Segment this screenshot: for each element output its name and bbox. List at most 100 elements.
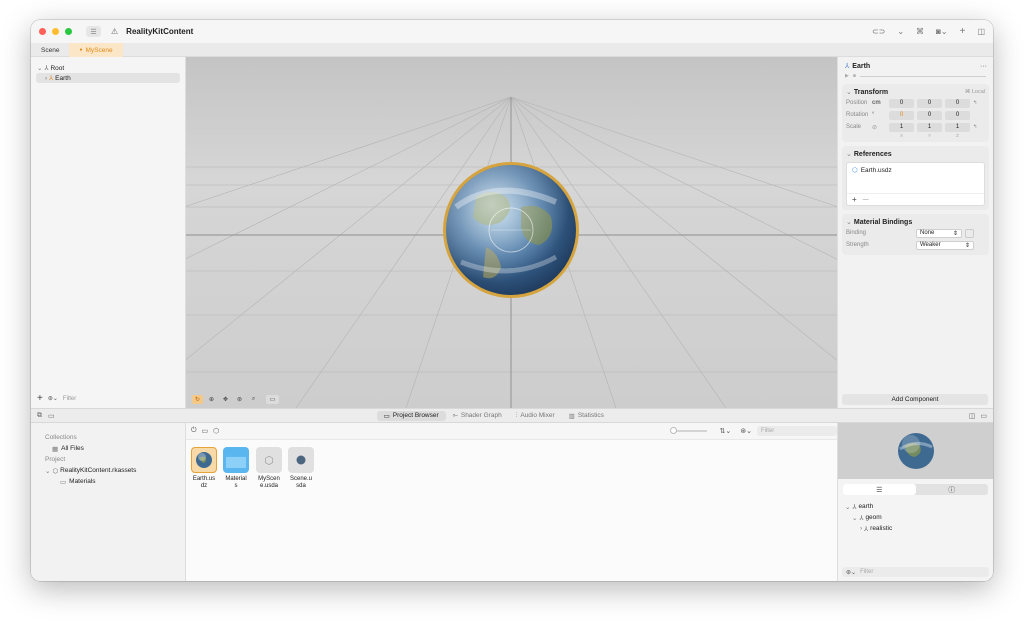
camera-icon[interactable]: ◙⌄ [936,27,948,36]
inspector-toggle-icon[interactable]: ◫ [977,27,985,36]
scene-hierarchy-panel: ⌄ ⅄ Root › ⅄ Earth + ⊛⌄ Filter [31,57,186,408]
filter-options-icon[interactable]: ⊛⌄ [48,395,58,402]
tab-scene-label: Scene [41,46,60,54]
rotation-x-field[interactable]: 0 [889,110,914,120]
scale-z-field[interactable]: 1 [945,122,970,132]
split-view-icon[interactable]: ◫ [969,412,976,420]
zoom-window-button[interactable] [65,28,72,35]
scale-y-field[interactable]: 1 [917,122,942,132]
new-folder-icon[interactable]: ▭ [202,427,209,435]
hierarchy-filter-input[interactable]: Filter [63,396,76,402]
preview-filter-input[interactable]: Filter [860,569,873,575]
coordinate-space-toggle[interactable]: ⌘ Local [965,89,985,95]
strength-row: Strength Weaker ⇕ [846,239,985,251]
panel-toggle-icon[interactable]: ▭ [48,412,55,420]
collections-sidebar: Collections ▦ All Files Project ⌄ ⬡ Real… [31,423,186,581]
minimize-window-button[interactable] [52,28,59,35]
folder-icon: ▭ [60,478,67,486]
stop-icon[interactable]: ■ [853,73,856,79]
add-entity-button[interactable]: + [37,393,43,404]
asset-name-line-2: dz [200,483,208,489]
plus-icon[interactable]: + [960,26,966,37]
binding-info-icon[interactable] [965,228,974,238]
materials-folder-item[interactable]: ▭ Materials [31,476,185,487]
asset-myscene-usda[interactable]: ⬡ MyScen e.usda [254,447,284,490]
tab-statistics[interactable]: ▥ Statistics [562,411,611,421]
orbit-tool-button[interactable]: ↻ [192,395,203,404]
zoom-tool-button[interactable]: ⌕ [248,395,259,404]
tree-item-root[interactable]: ⌄ ⅄ Root [31,63,185,73]
close-window-button[interactable] [39,28,46,35]
position-x-field[interactable]: 0 [889,98,914,108]
position-z-field[interactable]: 0 [945,98,970,108]
tab-shader-graph[interactable]: ⟜ Shader Graph [446,411,509,421]
position-y-field[interactable]: 0 [917,98,942,108]
asset-name: MyScen e.usda [254,476,284,490]
tab-project-browser[interactable]: ▭ Project Browser [376,410,446,421]
thumbnail-size-slider[interactable] [670,427,707,434]
scale-x-field[interactable]: 1 [889,122,914,132]
add-asset-icon[interactable]: ⬡ [213,427,219,435]
position-unit[interactable]: cm [872,100,886,106]
warning-icon[interactable]: ⚠ [111,27,118,36]
rotation-z-field[interactable]: 0 [945,110,970,120]
viewport-3d[interactable]: ↻ ⊕ ✥ ⊛ ⌕ ▭ [186,57,837,408]
select-tool-button[interactable]: ⊕ [206,395,217,404]
reference-item[interactable]: ⬡ Earth.usdz [847,163,984,177]
rotation-y-field[interactable]: 0 [917,110,942,120]
tree-item-earth[interactable]: › ⅄ Earth [36,73,180,83]
reset-position-icon[interactable]: ↰ [973,100,977,106]
collections-toggle-icon[interactable]: ⧉ [37,412,42,420]
play-icon[interactable]: ▶ [845,73,849,79]
asset-scene-usda[interactable]: Scene.u sda [286,447,316,490]
folder-icon [226,454,246,468]
add-component-button[interactable]: Add Component [842,394,988,405]
preview-tree-realistic[interactable]: › ⅄ realistic [838,523,993,534]
reset-scale-icon[interactable]: ↰ [973,124,977,130]
tab-scene[interactable]: Scene [31,43,69,57]
more-options-button[interactable]: ··· [980,63,987,70]
network-icon[interactable]: ⌘ [916,27,924,36]
binding-select[interactable]: None ⇕ [916,228,962,238]
browser-filter-input[interactable]: Filter [756,426,837,436]
bottom-panel-icon[interactable]: ▭ [980,412,987,420]
earth-model[interactable] [443,162,579,298]
remove-reference-button[interactable]: — [863,197,869,203]
add-reference-button[interactable]: + [852,195,857,204]
material-bindings-header[interactable]: ⌄ Material Bindings [846,217,985,227]
asset-earth-usdz[interactable]: Earth.us dz [189,447,219,490]
preview-tree-earth[interactable]: ⌄ ⅄ earth [838,501,993,512]
transform-header[interactable]: ⌄ Transform ⌘ Local [846,87,985,97]
animation-timeline[interactable] [859,75,986,77]
all-files-item[interactable]: ▦ All Files [31,443,185,454]
strength-select[interactable]: Weaker ⇕ [916,240,974,250]
tab-audio-mixer[interactable]: ⫶ Audio Mixer [509,411,562,421]
camera-mode-button[interactable]: ▭ [266,395,279,404]
move-tool-button[interactable]: ✥ [220,395,231,404]
slider-knob[interactable] [670,427,678,434]
sidebar-toggle-button[interactable]: ☰ [86,26,101,37]
asset-preview-image[interactable] [838,423,993,479]
vr-headset-icon[interactable]: ⊂⊃ [872,27,885,36]
axis-label-x: X [899,133,903,138]
power-icon[interactable]: ⏻ [191,427,197,435]
filter-options-icon[interactable]: ⊛⌄ [740,427,752,435]
chevron-down-icon[interactable]: ⌄ [897,27,904,36]
asset-materials-folder[interactable]: Material s [221,447,251,490]
link-scale-icon[interactable]: ⊘ [872,124,886,131]
toolbar-right: ⊂⊃ ⌄ ⌘ ◙⌄ + ◫ [872,20,985,43]
sort-icon[interactable]: ⇅⌄ [720,427,732,435]
filter-options-icon[interactable]: ⊛⌄ [846,569,856,576]
sphere-thumbnail-icon [296,455,306,465]
preview-tree-geom[interactable]: ⌄ ⅄ geom [838,512,993,523]
inspector-panel: ⅄ Earth ··· ▶ ■ ⌄ Transform ⌘ Local Posi… [837,57,993,408]
rotate-tool-button[interactable]: ⊛ [234,395,245,404]
tab-myscene[interactable]: ● MyScene [69,43,123,57]
package-item[interactable]: ⌄ ⬡ RealityKitContent.rkassets [31,465,185,476]
references-header[interactable]: ⌄ References [846,149,985,159]
modified-dot-icon: ● [79,47,83,53]
rotation-unit[interactable]: ° [872,112,886,118]
info-view-segment[interactable]: ⓘ [916,484,989,495]
updown-chevron-icon: ⇕ [952,230,958,237]
hierarchy-view-segment[interactable]: ☰ [843,484,916,495]
